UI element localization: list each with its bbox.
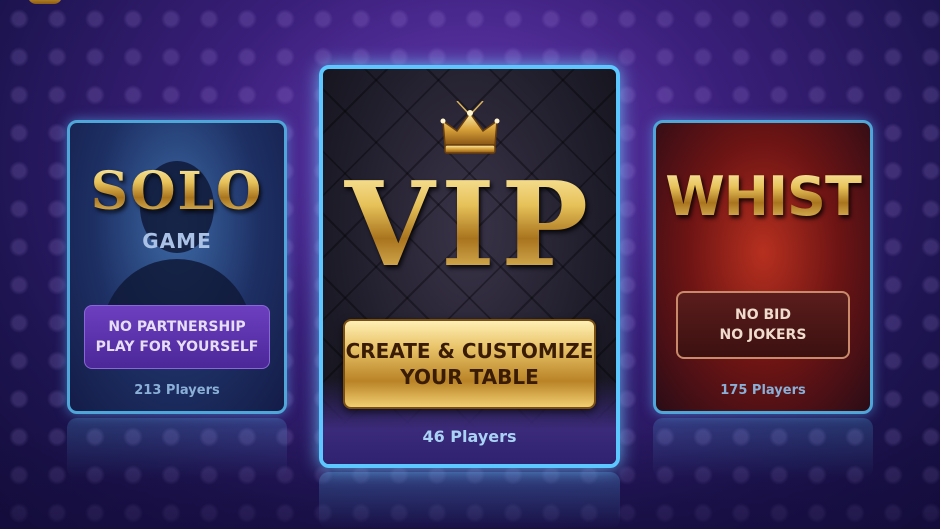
solo-button-line2: PLAY FOR YOURSELF bbox=[95, 339, 259, 355]
whist-button-line2: NO JOKERS bbox=[719, 327, 807, 343]
vip-card-reflection bbox=[319, 472, 620, 529]
solo-mode-button[interactable]: NO PARTNERSHIP PLAY FOR YOURSELF bbox=[84, 305, 270, 369]
vip-button-line1: CREATE & CUSTOMIZE bbox=[345, 339, 594, 363]
whist-player-count: 175 Players bbox=[720, 383, 806, 398]
solo-title: SOLO bbox=[70, 161, 284, 222]
whist-mode-button[interactable]: NO BID NO JOKERS bbox=[676, 291, 850, 359]
whist-button-line1: NO BID bbox=[735, 307, 791, 323]
solo-subtitle: GAME bbox=[142, 229, 212, 253]
solo-card-reflection bbox=[67, 418, 287, 478]
vip-game-card[interactable]: VIP CREATE & CUSTOMIZE YOUR TABLE 46 Pla… bbox=[319, 65, 620, 468]
vip-button-line2: YOUR TABLE bbox=[400, 365, 539, 389]
crown-icon bbox=[440, 101, 499, 154]
solo-player-count: 213 Players bbox=[134, 383, 220, 398]
create-customize-table-button[interactable]: CREATE & CUSTOMIZE YOUR TABLE bbox=[343, 319, 596, 409]
vip-player-count: 46 Players bbox=[422, 427, 517, 446]
whist-title: WHIST bbox=[656, 165, 870, 228]
whist-game-card[interactable]: WHIST NO BID NO JOKERS 175 Players bbox=[653, 120, 873, 414]
whist-card-reflection bbox=[653, 418, 873, 478]
vip-title: VIP bbox=[323, 157, 616, 293]
solo-game-card[interactable]: SOLO GAME NO PARTNERSHIP PLAY FOR YOURSE… bbox=[67, 120, 287, 414]
app-logo-icon bbox=[28, 0, 62, 4]
solo-button-line1: NO PARTNERSHIP bbox=[108, 319, 246, 335]
